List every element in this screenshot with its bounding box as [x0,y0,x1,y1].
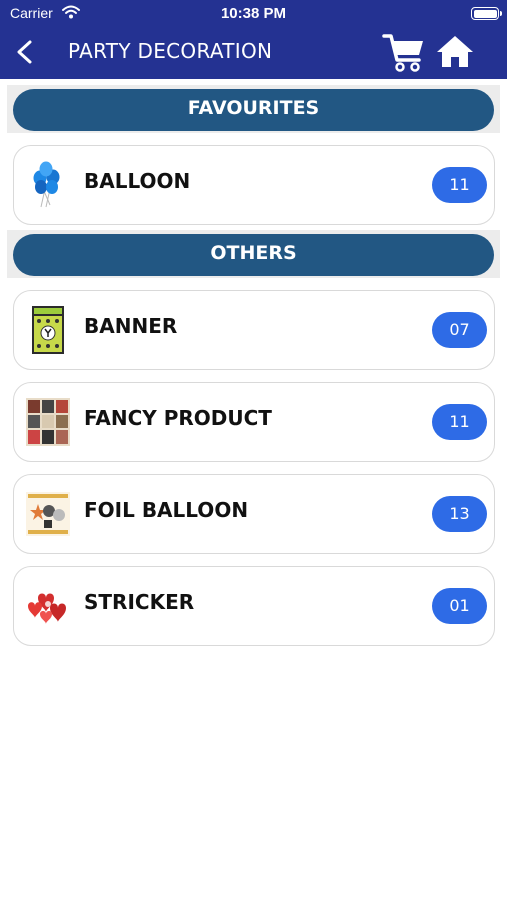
count-badge: 13 [432,496,487,532]
favourites-section-header: FAVOURITES [7,85,500,133]
category-item-fancy-product[interactable]: FANCY PRODUCT 11 [13,382,495,462]
balloon-thumbnail [33,161,60,208]
category-item-balloon[interactable]: BALLOON 11 [13,145,495,225]
count-badge: 11 [432,167,487,203]
category-name: FOIL BALLOON [84,498,249,522]
home-icon[interactable] [436,34,474,68]
others-label: OTHERS [13,234,494,276]
favourites-label: FAVOURITES [13,89,494,131]
banner-thumbnail [32,306,64,354]
foil-balloon-thumbnail [26,492,70,536]
count-badge: 11 [432,404,487,440]
sticker-thumbnail [28,593,66,624]
category-name: STRICKER [84,590,195,614]
fancy-product-thumbnail [26,398,70,446]
cart-icon[interactable] [382,30,426,74]
count-badge: 01 [432,588,487,624]
count-badge: 07 [432,312,487,348]
navigation-bar: Carrier 10:38 PM PARTY DECORATION [0,0,507,79]
category-item-foil-balloon[interactable]: FOIL BALLOON 13 [13,474,495,554]
status-time: 10:38 PM [220,5,287,22]
page-title: PARTY DECORATION [68,39,273,63]
category-name: FANCY PRODUCT [84,406,272,430]
chevron-left-icon[interactable] [10,36,38,68]
others-section-header: OTHERS [7,230,500,278]
category-item-banner[interactable]: BANNER 07 [13,290,495,370]
status-bar: Carrier 10:38 PM [0,0,507,28]
category-name: BANNER [84,314,178,338]
category-name: BALLOON [84,169,191,193]
category-item-sticker[interactable]: STRICKER 01 [13,566,495,646]
battery-icon [471,7,502,20]
